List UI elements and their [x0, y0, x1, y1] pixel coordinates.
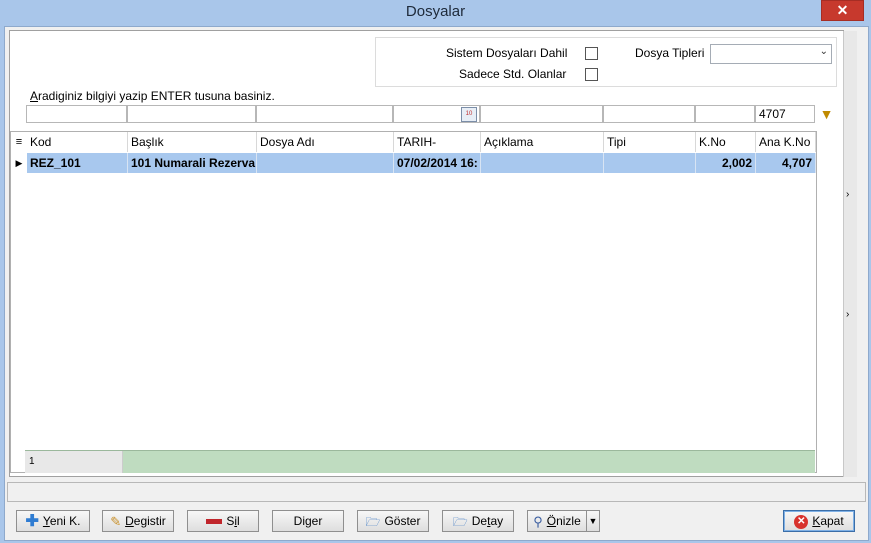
file-types-select[interactable]: ⌄: [710, 44, 832, 64]
preview-button[interactable]: ⚲ Önizle: [527, 510, 587, 532]
close-circle-icon: ✕: [794, 514, 809, 529]
std-only-label: Sadece Std. Olanlar: [459, 67, 567, 81]
file-types-label: Dosya Tipleri: [635, 46, 705, 60]
column-chooser-icon[interactable]: ≡: [11, 132, 27, 152]
grid-footer: 1: [25, 450, 815, 473]
cell-aciklama: [481, 153, 604, 173]
column-header-dosya-adi[interactable]: Dosya Adı: [257, 132, 394, 152]
caret-down-icon: ▼: [588, 516, 598, 526]
cell-baslik: 101 Numarali Rezerva: [128, 153, 257, 173]
system-files-label: Sistem Dosyaları Dahil: [446, 46, 568, 60]
cell-kod: REZ_101: [27, 153, 128, 173]
close-button[interactable]: ✕ Kapat: [783, 510, 855, 532]
hint-accesskey: A: [30, 89, 39, 103]
files-grid: ≡ Kod Başlık Dosya Adı TARIH- Açıklama T…: [10, 131, 817, 473]
show-label: Göster: [384, 514, 421, 528]
filter-options-box: Sistem Dosyaları Dahil Sadece Std. Olanl…: [375, 37, 837, 87]
delete-button[interactable]: Sil: [187, 510, 259, 532]
other-label: Diger: [293, 514, 323, 528]
calendar-icon[interactable]: 10: [461, 107, 477, 122]
column-header-ana-kno[interactable]: Ana K.No: [756, 132, 816, 152]
edit-button[interactable]: ✎ Degistir: [102, 510, 174, 532]
cell-tarih: 07/02/2014 16:: [394, 153, 481, 173]
title-bar: Dosyalar ✕: [0, 0, 871, 26]
show-button[interactable]: 🗁 Göster: [357, 510, 429, 532]
window-title: Dosyalar: [405, 3, 466, 20]
plus-icon: ✚: [25, 512, 39, 530]
column-header-kno[interactable]: K.No: [696, 132, 756, 152]
detail-label: ay: [490, 514, 504, 528]
hint-text: radiginiz bilgiyi yazip ENTER tusuna bas…: [38, 89, 275, 103]
chevron-right-icon[interactable]: ›: [846, 189, 849, 200]
std-only-checkbox[interactable]: [585, 68, 598, 81]
magnifier-icon: ⚲: [533, 513, 543, 529]
filter-kod-input[interactable]: [26, 105, 127, 123]
new-accesskey: Y: [42, 514, 50, 528]
delete-label: l: [237, 514, 240, 528]
column-header-baslik[interactable]: Başlık: [128, 132, 257, 152]
main-panel: Sistem Dosyaları Dahil Sadece Std. Olanl…: [9, 30, 844, 477]
window-close-button[interactable]: ✕: [821, 0, 864, 21]
record-count: 1: [25, 451, 123, 473]
preview-label: nizle: [556, 514, 581, 528]
preview-accesskey: Ö: [546, 514, 557, 528]
edit-accesskey: D: [125, 514, 134, 528]
dialog-body: Sistem Dosyaları Dahil Sadece Std. Olanl…: [4, 26, 869, 541]
new-label: eni K.: [49, 514, 81, 528]
column-header-kod[interactable]: Kod: [27, 132, 128, 152]
detail-label-prefix: De: [471, 514, 488, 528]
funnel-filter-icon[interactable]: ▼: [819, 106, 834, 122]
detail-button[interactable]: 🗁 Detay: [442, 510, 514, 532]
filter-tarih-input[interactable]: 10: [393, 105, 480, 123]
filter-dosya-adi-input[interactable]: [256, 105, 393, 123]
filter-kno-input[interactable]: [695, 105, 755, 123]
side-splitter[interactable]: › ›: [843, 31, 857, 477]
cell-kno: 2,002: [696, 153, 756, 173]
filter-ana-kno-input[interactable]: 4707: [755, 105, 815, 123]
minus-icon: [206, 519, 223, 525]
filter-baslik-input[interactable]: [127, 105, 256, 123]
column-header-tarih[interactable]: TARIH-: [394, 132, 481, 152]
new-button[interactable]: ✚ Yeni K.: [16, 510, 90, 532]
search-hint: Aradiginiz bilgiyi yazip ENTER tusuna ba…: [30, 89, 275, 103]
pencil-icon: ✎: [110, 513, 122, 529]
folder-detail-icon: 🗁: [452, 514, 468, 529]
cell-dosya-adi: [257, 153, 394, 173]
filter-ana-kno-value: 4707: [759, 107, 786, 121]
folder-open-icon: 🗁: [365, 514, 381, 529]
chevron-down-icon: ⌄: [819, 46, 828, 57]
other-button[interactable]: Diger: [272, 510, 344, 532]
edit-label: egistir: [133, 514, 166, 528]
close-icon: ✕: [836, 2, 849, 18]
button-bar: ✚ Yeni K. ✎ Degistir Sil Diger 🗁 Göster 🗁 De…: [5, 503, 868, 539]
row-pointer-icon: ▶: [11, 153, 27, 173]
column-header-aciklama[interactable]: Açıklama: [481, 132, 604, 152]
column-header-tipi[interactable]: Tipi: [604, 132, 696, 152]
system-files-checkbox[interactable]: [585, 47, 598, 60]
status-strip: [7, 482, 866, 502]
table-row[interactable]: ▶ REZ_101 101 Numarali Rezerva 07/02/201…: [11, 153, 816, 173]
chevron-right-icon-lower[interactable]: ›: [846, 309, 849, 320]
filter-tipi-input[interactable]: [603, 105, 695, 123]
preview-dropdown[interactable]: ▼: [586, 510, 600, 532]
cell-tipi: [604, 153, 696, 173]
close-label: apat: [820, 514, 844, 528]
filter-aciklama-input[interactable]: [480, 105, 603, 123]
cell-ana-kno: 4,707: [756, 153, 816, 173]
